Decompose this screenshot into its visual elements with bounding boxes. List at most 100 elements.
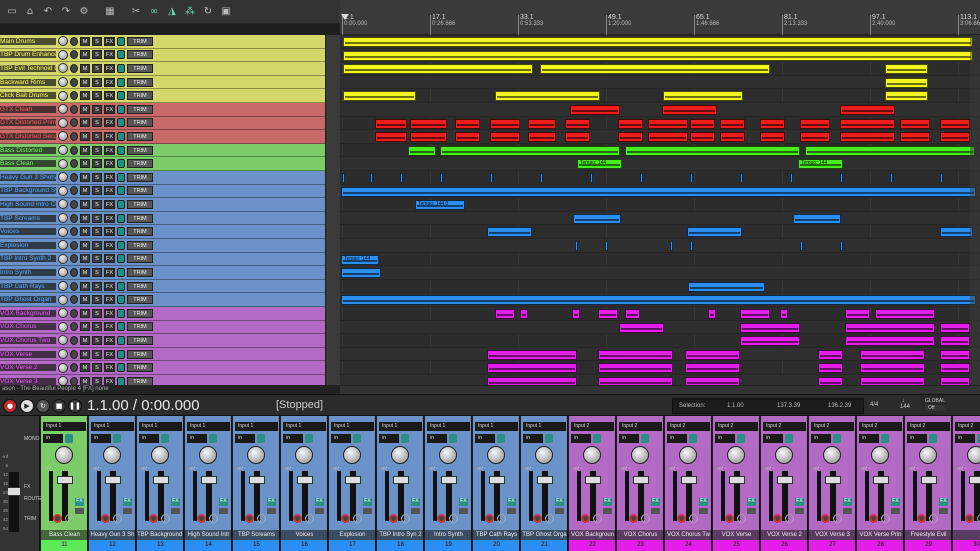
routing-icon[interactable] — [117, 199, 125, 209]
routing-icon[interactable] — [497, 434, 505, 443]
trim-button[interactable]: TRIM — [127, 213, 153, 223]
trim-button[interactable]: TRIM — [127, 267, 153, 277]
fx-button[interactable]: FX — [104, 77, 115, 87]
phase-invert-icon[interactable] — [449, 514, 458, 523]
record-arm-button[interactable] — [70, 363, 78, 373]
track-header[interactable]: TBP Screams M S FX TRIM — [0, 211, 325, 226]
redo-icon[interactable]: ↷ — [58, 4, 74, 20]
fx-button[interactable]: FX — [104, 159, 115, 169]
solo-button[interactable]: S — [92, 363, 102, 373]
media-item[interactable] — [618, 118, 643, 129]
timeline-ruler[interactable]: 1.1 0:00.000 17.1 0:26.666 33.1 0:53.333 49.1 1… — [340, 0, 980, 35]
media-item[interactable] — [598, 363, 673, 374]
input-selector[interactable]: Input 1 — [331, 422, 374, 431]
fx-button[interactable]: FX — [104, 281, 115, 291]
track-name[interactable]: High Sound Intro Chord — [0, 200, 56, 208]
trim-button[interactable]: TRIM — [127, 77, 153, 87]
channel-name[interactable]: Explosion — [329, 530, 375, 540]
media-item[interactable] — [740, 322, 800, 333]
trim-button[interactable]: TRIM — [127, 36, 153, 46]
input-monitor-selector[interactable]: in — [379, 434, 399, 443]
channel-name[interactable]: Bass Clean — [41, 530, 87, 540]
mute-button[interactable] — [363, 508, 372, 514]
media-item[interactable] — [740, 336, 800, 347]
routing-icon[interactable] — [117, 118, 125, 128]
trim-button[interactable]: TRIM — [127, 159, 153, 169]
lock-icon[interactable]: ▣ — [218, 4, 234, 20]
input-selector[interactable]: Input 2 — [907, 422, 950, 431]
track-header[interactable]: Main Drums M S FX TRIM — [0, 35, 325, 49]
mute-button[interactable] — [747, 508, 756, 514]
routing-icon[interactable] — [545, 434, 553, 443]
track-lane[interactable] — [340, 144, 980, 158]
fx-button[interactable]: FX — [699, 498, 708, 506]
mute-button[interactable]: M — [80, 376, 90, 385]
track-lane[interactable] — [340, 266, 980, 280]
solo-button[interactable]: S — [92, 91, 102, 101]
phase-invert-icon[interactable] — [113, 514, 122, 523]
trim-button[interactable]: TRIM — [127, 131, 153, 141]
routing-icon[interactable] — [353, 434, 361, 443]
record-arm-button[interactable] — [70, 118, 78, 128]
input-selector[interactable]: Input 2 — [571, 422, 614, 431]
mute-button[interactable]: M — [80, 322, 90, 332]
fx-button[interactable]: FX — [555, 498, 564, 506]
fx-button[interactable]: FX — [104, 335, 115, 345]
media-item[interactable] — [598, 349, 673, 360]
media-item[interactable] — [800, 241, 803, 251]
media-item[interactable] — [490, 173, 493, 183]
track-lane[interactable] — [340, 48, 980, 63]
solo-button[interactable]: S — [92, 335, 102, 345]
record-button[interactable]: ● — [3, 399, 17, 413]
media-item[interactable] — [640, 173, 643, 183]
input-selector[interactable]: Input 1 — [379, 422, 422, 431]
routing-icon[interactable] — [449, 434, 457, 443]
trim-button[interactable]: TRIM — [127, 376, 153, 385]
media-item[interactable] — [648, 118, 688, 129]
routing-icon[interactable] — [117, 104, 125, 114]
master-mono-button[interactable]: MONO — [24, 436, 40, 442]
routing-icon[interactable] — [117, 77, 125, 87]
fx-button[interactable]: FX — [104, 50, 115, 60]
fx-button[interactable]: FX — [603, 498, 612, 506]
fx-button[interactable]: FX — [104, 63, 115, 73]
record-arm-button[interactable] — [437, 514, 446, 523]
phase-invert-icon[interactable] — [737, 514, 746, 523]
play-cursor[interactable] — [341, 14, 349, 20]
pan-knob[interactable] — [247, 446, 265, 464]
routing-icon[interactable] — [117, 295, 125, 305]
volume-fader-thumb[interactable] — [777, 476, 793, 484]
mute-button[interactable] — [843, 508, 852, 514]
solo-button[interactable]: S — [92, 267, 102, 277]
media-item[interactable] — [690, 118, 715, 129]
master-fx-button[interactable]: FX — [24, 484, 30, 490]
mute-button[interactable] — [411, 508, 420, 514]
mute-button[interactable]: M — [80, 199, 90, 209]
media-item[interactable] — [490, 132, 520, 143]
fx-button[interactable]: FX — [104, 376, 115, 385]
media-item[interactable] — [341, 186, 976, 197]
fx-button[interactable]: FX — [104, 295, 115, 305]
record-arm-button[interactable] — [70, 131, 78, 141]
volume-fader-thumb[interactable] — [729, 476, 745, 484]
channel-name[interactable]: VOX Verse — [713, 530, 759, 540]
track-lane[interactable] — [340, 280, 980, 294]
track-header[interactable]: VOX Verse M S FX TRIM — [0, 347, 325, 362]
volume-knob[interactable] — [58, 49, 68, 60]
track-header[interactable]: VOX Verse 2 M S FX TRIM — [0, 361, 325, 375]
volume-fader-thumb[interactable] — [825, 476, 841, 484]
media-item[interactable] — [940, 227, 973, 238]
solo-button[interactable]: S — [92, 240, 102, 250]
media-item[interactable] — [885, 64, 928, 75]
track-name[interactable]: Click Bait Drums — [0, 92, 56, 100]
record-arm-button[interactable] — [70, 267, 78, 277]
pan-knob[interactable] — [199, 446, 217, 464]
record-arm-button[interactable] — [149, 514, 158, 523]
input-monitor-selector[interactable]: in — [235, 434, 255, 443]
mute-button[interactable]: M — [80, 77, 90, 87]
track-header[interactable]: TBP Intro Synth 2 M S FX TRIM — [0, 252, 325, 267]
media-item[interactable] — [572, 309, 580, 319]
volume-knob[interactable] — [58, 321, 68, 332]
media-item[interactable] — [940, 132, 970, 143]
track-name[interactable]: TBP Screams — [0, 214, 56, 222]
